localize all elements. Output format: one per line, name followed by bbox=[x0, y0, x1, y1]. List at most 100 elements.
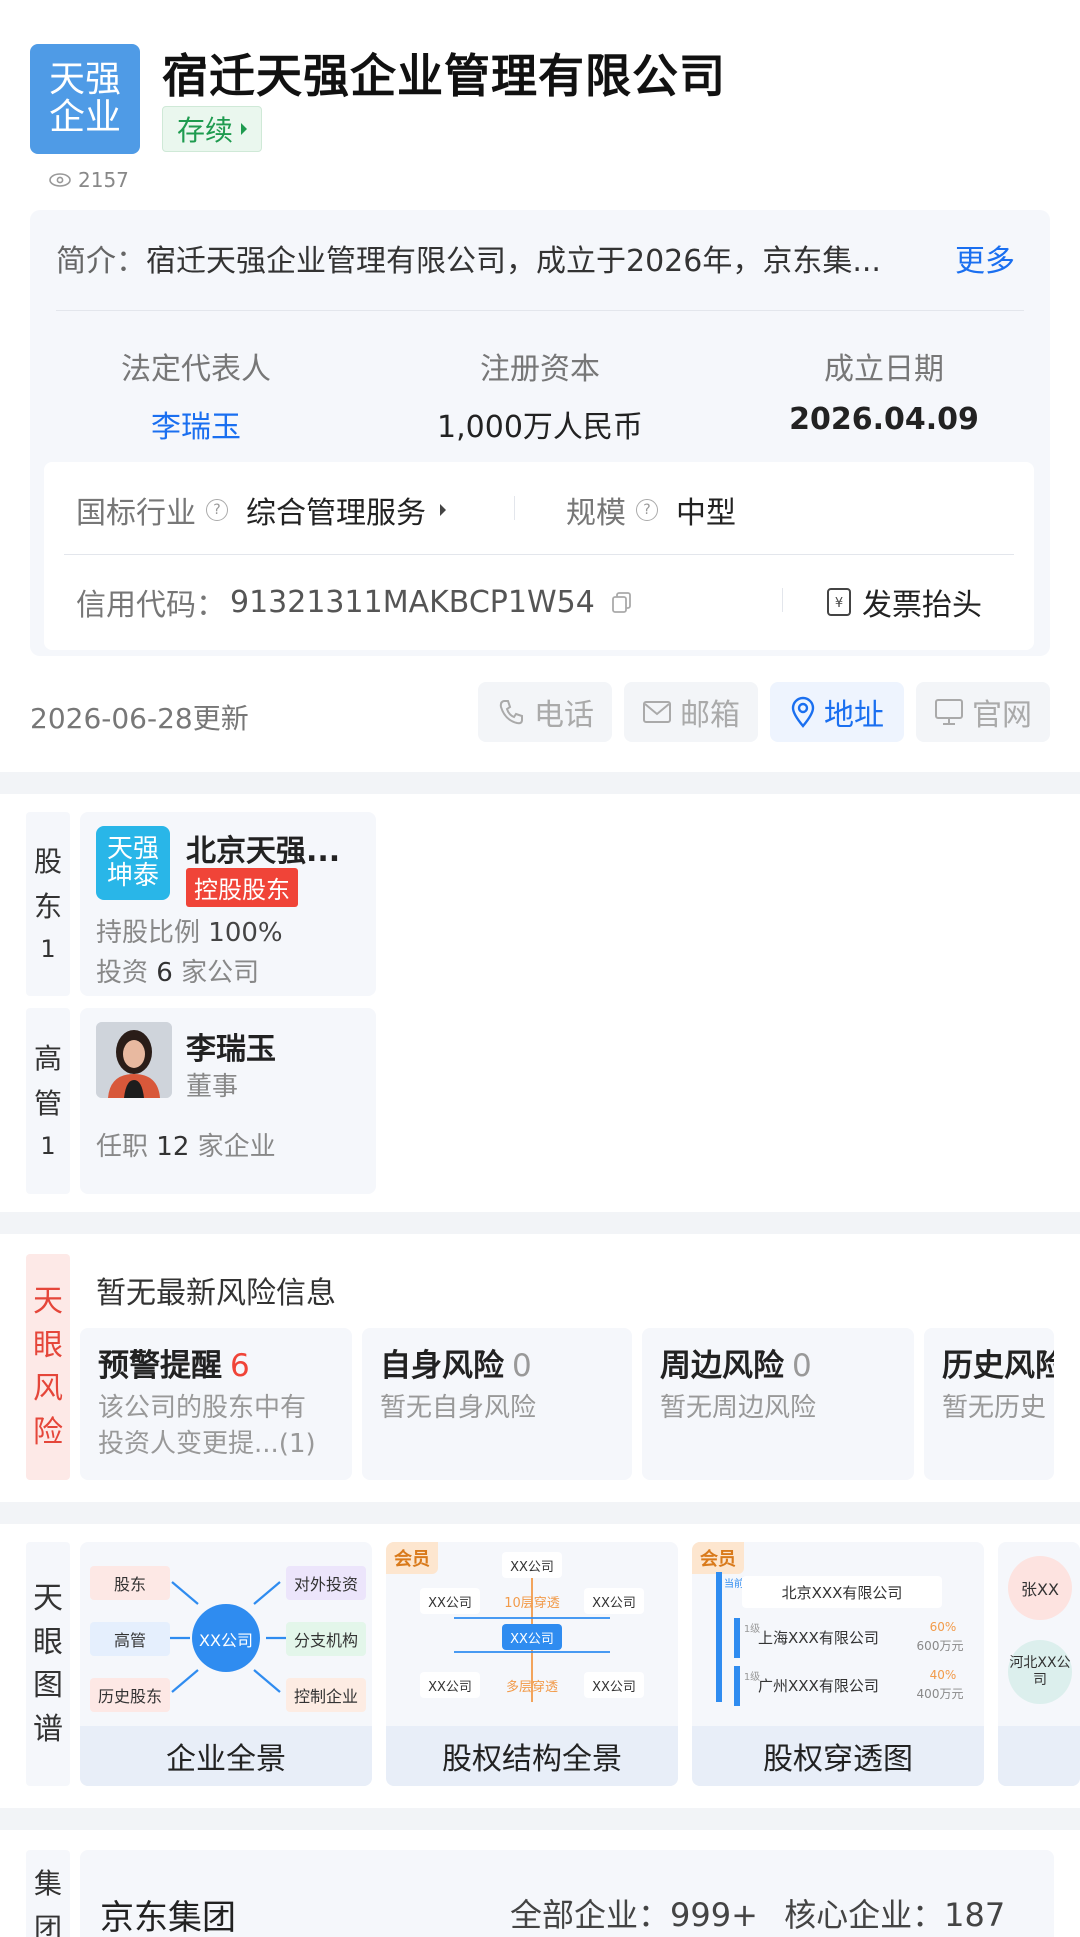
risk-card-desc: 暂无历史 bbox=[942, 1393, 1047, 1423]
group-stats: 全部企业：999+ 核心企业：187 bbox=[510, 1890, 1005, 1936]
penetration-child: 广州XXX有限公司 bbox=[758, 1676, 879, 1695]
risk-card-desc: 暂无周边风险 bbox=[660, 1393, 817, 1423]
graph-card-equity-structure[interactable]: 会员 XX公司 XX公司 10层穿透 XX公司 XX公司 XX公司 多层穿透 X… bbox=[386, 1542, 678, 1786]
equity-node: XX公司 bbox=[420, 1672, 480, 1698]
posts-count: 12 bbox=[156, 1132, 190, 1162]
capital-block: 注册资本 1,000万人民币 bbox=[420, 344, 660, 446]
scale-row: 规模 ? 中型 bbox=[566, 488, 736, 532]
executive-name[interactable]: 李瑞玉 bbox=[186, 1024, 276, 1068]
legal-rep-block[interactable]: 法定代表人 李瑞玉 bbox=[96, 344, 296, 446]
founded-value: 2026.04.09 bbox=[789, 402, 979, 437]
vertical-divider bbox=[782, 588, 783, 612]
help-icon[interactable]: ? bbox=[636, 499, 658, 521]
capital-label: 注册资本 bbox=[480, 352, 600, 387]
graph-card-label: 企业全景 bbox=[80, 1726, 372, 1786]
risk-card-title: 自身风险 bbox=[380, 1348, 504, 1384]
address-button[interactable]: 地址 bbox=[770, 682, 904, 742]
group-tab-char: 团 bbox=[33, 1911, 62, 1937]
founded-label: 成立日期 bbox=[824, 352, 944, 387]
graph-card-enterprise-panorama[interactable]: 股东 高管 历史股东 XX公司 对外投资 分支机构 控制企业 企业全景 bbox=[80, 1542, 372, 1786]
website-button[interactable]: 官网 bbox=[916, 682, 1050, 742]
risk-card-warning[interactable]: 预警提醒 6 该公司的股东中有 投资人变更提...(1) bbox=[80, 1328, 352, 1480]
risk-card-count: 0 bbox=[512, 1348, 532, 1384]
share-ratio-label: 持股比例 bbox=[96, 918, 201, 948]
help-icon[interactable]: ? bbox=[206, 499, 228, 521]
risk-tab[interactable]: 天 眼 风 险 bbox=[26, 1254, 70, 1480]
invoice-icon: ¥ bbox=[827, 588, 851, 616]
risk-card-surrounding[interactable]: 周边风险 0 暂无周边风险 bbox=[642, 1328, 914, 1480]
phone-button-label: 电话 bbox=[534, 698, 594, 733]
shareholder-name[interactable]: 北京天强... bbox=[186, 826, 340, 870]
more-link[interactable]: 更多 bbox=[955, 236, 1015, 280]
graph-tab-char: 眼 bbox=[33, 1624, 63, 1660]
risk-card-desc: 投资人变更提...(1) bbox=[98, 1429, 316, 1460]
capital-value: 1,000万人民币 bbox=[437, 410, 643, 445]
email-button-label: 邮箱 bbox=[680, 698, 740, 733]
risk-card-title: 历史风险 bbox=[942, 1348, 1054, 1384]
risk-card-history[interactable]: 历史风险 暂无历史 bbox=[924, 1328, 1054, 1480]
view-count: 2157 bbox=[48, 168, 129, 192]
company-logo-line2: 企业 bbox=[48, 97, 121, 138]
executive-card[interactable]: 李瑞玉 董事 任职 12 家企业 bbox=[80, 1008, 376, 1194]
penetration-child: 上海XXX有限公司 bbox=[758, 1628, 879, 1647]
intro-text: 宿迁天强企业管理有限公司，成立于2026年，京东集... bbox=[146, 244, 881, 279]
risk-tab-char: 险 bbox=[33, 1414, 63, 1450]
credit-code-value: 91321311MAKBCP1W54 bbox=[230, 584, 595, 620]
status-badge[interactable]: 存续 bbox=[162, 106, 262, 152]
panorama-node: 控制企业 bbox=[286, 1678, 366, 1712]
group-card[interactable]: 京东集团 全部企业：999+ 核心企业：187 bbox=[80, 1850, 1054, 1937]
shareholder-tab[interactable]: 股 东 1 bbox=[26, 812, 70, 996]
legal-rep-value: 李瑞玉 bbox=[151, 410, 241, 445]
penetration-pct: 40% bbox=[929, 1668, 957, 1682]
group-tab[interactable]: 集 团 bbox=[26, 1850, 70, 1937]
graph-card-equity-penetration[interactable]: 会员 当前 北京XXX有限公司 1级 上海XXX有限公司 60% 600万元 1… bbox=[692, 1542, 984, 1786]
section-separator bbox=[0, 1212, 1080, 1234]
svg-text:¥: ¥ bbox=[835, 596, 843, 611]
shareholder-logo-line2: 坤泰 bbox=[106, 861, 159, 891]
person-icon bbox=[96, 1022, 172, 1098]
email-button[interactable]: 邮箱 bbox=[624, 682, 758, 742]
invoice-title-label: 发票抬头 bbox=[862, 588, 982, 623]
intro-label: 简介： bbox=[56, 244, 146, 279]
relation-node-company: 河北XX公司 bbox=[1008, 1640, 1072, 1704]
founded-block: 成立日期 2026.04.09 bbox=[784, 344, 984, 437]
risk-card-self[interactable]: 自身风险 0 暂无自身风险 bbox=[362, 1328, 632, 1480]
graph-card-label: 股权结构全景 bbox=[386, 1726, 678, 1786]
risk-tab-char: 风 bbox=[33, 1371, 63, 1406]
invoice-title-button[interactable]: ¥ 发票抬头 bbox=[826, 580, 982, 624]
risk-card-title: 预警提醒 bbox=[98, 1348, 222, 1384]
copy-icon[interactable] bbox=[609, 589, 635, 615]
address-button-label: 地址 bbox=[824, 698, 884, 733]
executive-tab[interactable]: 高 管 1 bbox=[26, 1008, 70, 1194]
avatar bbox=[96, 1022, 172, 1098]
panorama-node: 高管 bbox=[90, 1622, 170, 1656]
equity-node: 10层穿透 bbox=[504, 1595, 560, 1611]
equity-node: 多层穿透 bbox=[505, 1679, 558, 1695]
shareholder-card[interactable]: 天强 坤泰 北京天强... 控股股东 持股比例 100% 投资 6 家公司 bbox=[80, 812, 376, 996]
graph-card-relations[interactable]: 张XX 河北XX公司 bbox=[998, 1542, 1080, 1786]
graph-tab-char: 天 bbox=[33, 1581, 63, 1616]
controlling-tag-wrap: 控股股东 bbox=[186, 868, 298, 907]
penetration-bar bbox=[734, 1618, 740, 1658]
risk-card-desc: 该公司的股东中有 bbox=[98, 1393, 307, 1423]
location-icon bbox=[791, 696, 815, 728]
penetration-bar bbox=[716, 1572, 722, 1702]
scale-label: 规模 bbox=[566, 496, 626, 531]
industry-row[interactable]: 国标行业 ? 综合管理服务 bbox=[76, 488, 446, 532]
executive-tab-char: 管 bbox=[33, 1086, 62, 1120]
industry-value: 综合管理服务 bbox=[246, 496, 426, 531]
vertical-divider bbox=[514, 496, 515, 520]
status-badge-label: 存续 bbox=[176, 114, 233, 147]
graph-tab[interactable]: 天 眼 图 谱 bbox=[26, 1542, 70, 1786]
section-separator bbox=[0, 1808, 1080, 1830]
risk-card-count: 6 bbox=[230, 1348, 250, 1384]
equity-node: XX公司 bbox=[584, 1672, 644, 1698]
phone-button[interactable]: 电话 bbox=[478, 682, 612, 742]
credit-code-row[interactable]: 信用代码： 91321311MAKBCP1W54 bbox=[76, 580, 635, 624]
vip-badge: 会员 bbox=[692, 1542, 744, 1574]
graph-card-label: 股权穿透图 bbox=[692, 1726, 984, 1786]
update-time: 2026-06-28更新 bbox=[30, 702, 249, 735]
group-core-value: 187 bbox=[944, 1896, 1006, 1934]
company-intro[interactable]: 简介：宿迁天强企业管理有限公司，成立于2026年，京东集... bbox=[56, 236, 881, 280]
executive-tab-char: 高 bbox=[33, 1042, 62, 1075]
